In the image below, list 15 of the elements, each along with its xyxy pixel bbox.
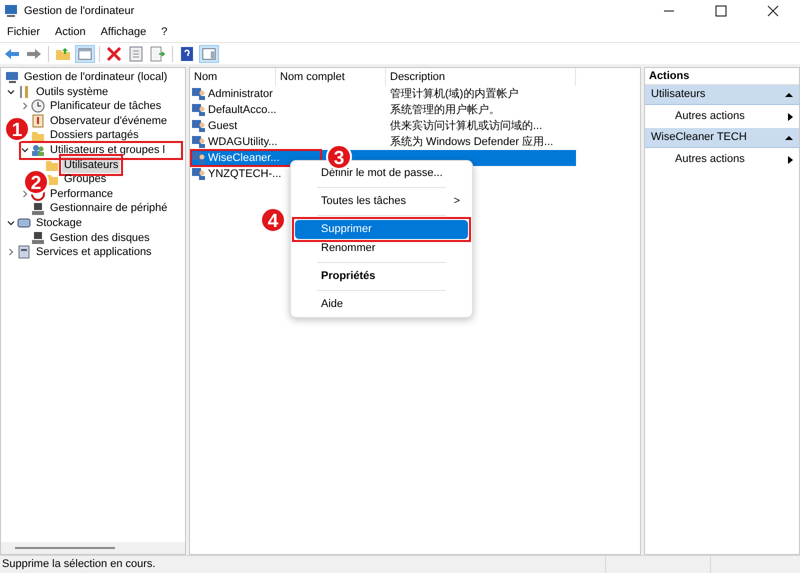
table-cell: DefaultAcco... — [208, 102, 276, 118]
table-cell: WiseCleaner... — [208, 150, 280, 166]
table-cell-text: 系统为 Windows Defender 应用... — [389, 134, 554, 150]
table-cell: WDAGUtility... — [208, 134, 278, 150]
table-cell-text: 供来宾访问计算机或访问域的... — [389, 118, 544, 134]
status-text: Supprime la sélection en cours. — [0, 556, 606, 573]
table-cell: Guest — [208, 118, 238, 134]
table-cell: YNZQTECH-... — [208, 166, 282, 182]
step-number-badge: 2 — [23, 168, 49, 195]
window-title: Gestion de l'ordinateur — [24, 4, 134, 19]
table-cell: Administrator — [208, 86, 273, 102]
table-cell-text: 管理计算机(域)的内置帐户 — [389, 86, 520, 102]
step-number-badge: 4 — [260, 207, 286, 233]
table-cell-text: 系统管理的用户帐户。 — [389, 102, 501, 118]
step-number-badge: 1 — [4, 116, 30, 142]
